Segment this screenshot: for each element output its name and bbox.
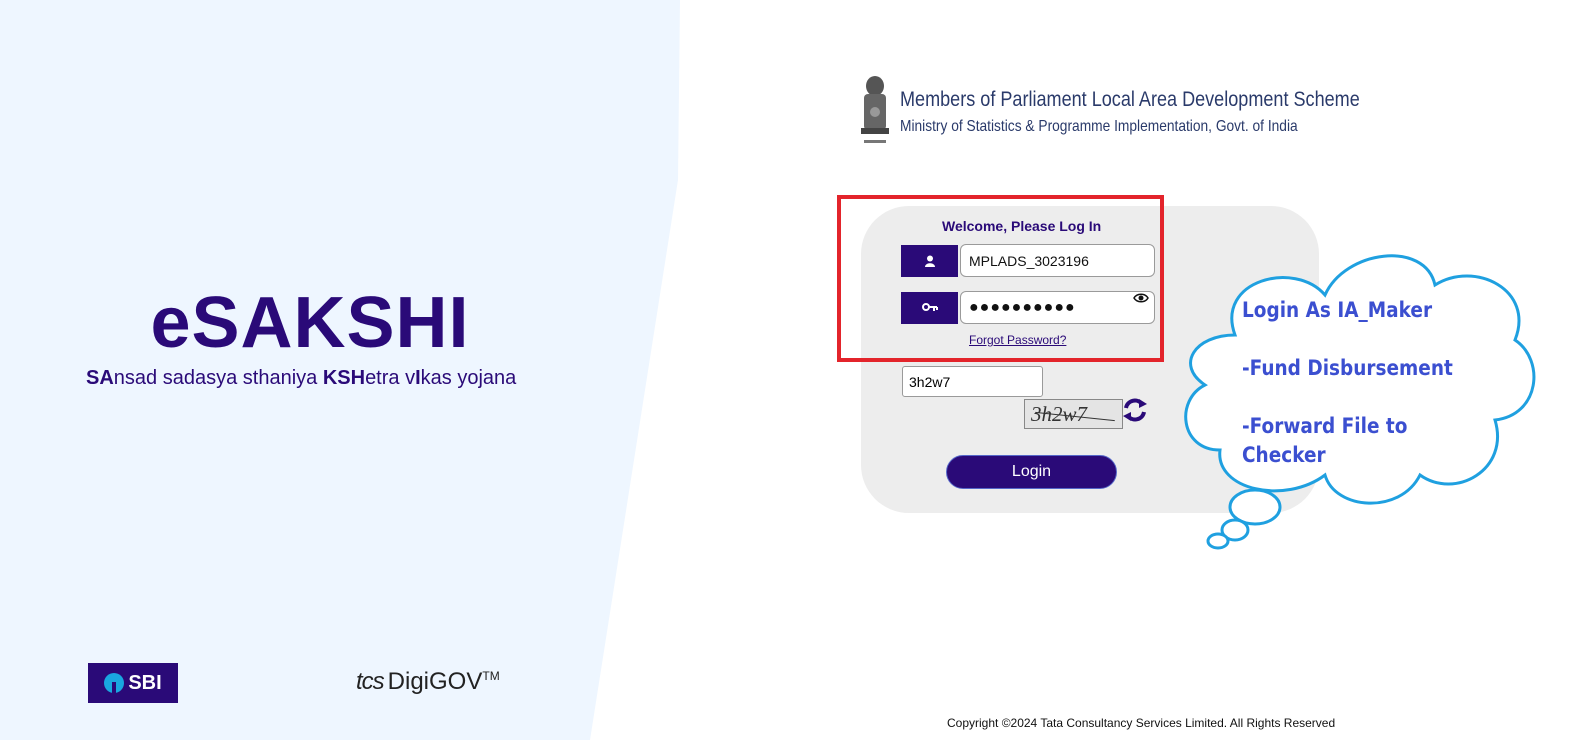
scheme-title: Members of Parliament Local Area Develop…	[900, 88, 1360, 111]
trademark-label: TM	[482, 669, 500, 683]
digigov-label: DigiGOV	[387, 668, 483, 695]
thought-cloud	[1184, 254, 1536, 550]
annotation-line: -Forward File to	[1242, 414, 1408, 438]
subtitle-part: KSH	[322, 367, 366, 389]
subtitle-part: etra v	[365, 367, 416, 389]
annotation-line: Login As IA_Maker	[1242, 298, 1433, 322]
login-button[interactable]: Login	[946, 455, 1117, 489]
scheme-subtitle: Ministry of Statistics & Programme Imple…	[900, 118, 1298, 135]
copyright-footer: Copyright ©2024 Tata Consultancy Service…	[947, 716, 1336, 730]
subtitle-part: SA	[86, 367, 114, 389]
brand-title: eSAKSHI	[150, 283, 470, 363]
highlight-box	[837, 195, 1164, 362]
captcha-input[interactable]: 3h2w7	[902, 366, 1043, 397]
brand-subtitle: SAnsad sadasya sthaniya KSHetra vIkas yo…	[86, 367, 516, 390]
captcha-image: 3h2w7	[1024, 399, 1123, 429]
subtitle-part: kas yojana	[420, 367, 517, 389]
annotation-line: -Fund Disbursement	[1242, 356, 1453, 380]
sbi-mark-icon	[104, 673, 125, 693]
national-emblem-icon	[861, 76, 889, 143]
annotation-line: Checker	[1242, 443, 1326, 467]
refresh-icon[interactable]	[1121, 395, 1149, 425]
tcs-digigov-logo: tcs DigiGOVTM	[356, 668, 500, 696]
tcs-label: tcs	[356, 668, 385, 695]
subtitle-part: nsad sadasya sthaniya	[113, 367, 323, 389]
sbi-label: SBI	[128, 671, 162, 694]
sbi-logo: SBI	[88, 663, 178, 703]
